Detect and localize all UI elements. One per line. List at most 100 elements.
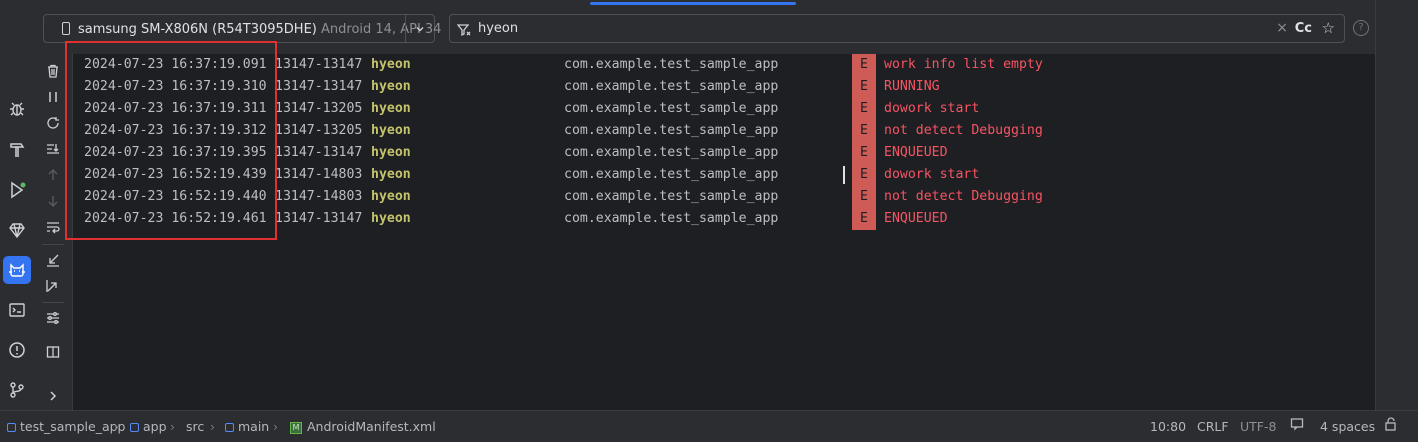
log-level-badge: E [852,98,876,120]
filter-icon[interactable] [456,22,471,41]
restart-icon[interactable] [43,113,63,133]
breadcrumb-app[interactable]: app [130,419,167,434]
terminal-icon[interactable] [3,296,31,324]
toolbar-separator [42,244,64,245]
device-label: samsung SM-X806N (R54T3095DHE) Android 1… [78,22,441,37]
chevron-right-icon: › [114,419,119,434]
text-cursor [843,166,845,184]
right-tool-strip [1375,0,1418,410]
log-pid: 13147-13147 [275,211,363,226]
toolbar-separator [42,302,64,303]
indent-setting[interactable]: 4 spaces [1320,419,1375,434]
scroll-to-end-icon[interactable] [43,139,63,159]
match-case-toggle[interactable]: Cc [1295,21,1312,36]
chevron-right-icon: › [273,419,278,434]
expand-chevron-icon[interactable] [43,386,63,406]
help-icon[interactable]: ? [1353,20,1369,36]
log-message: not detect Debugging [884,189,1043,204]
phone-icon [62,22,70,35]
soft-wrap-icon[interactable] [43,217,63,237]
log-tag: hyeon [371,189,411,204]
log-pid: 13147-13147 [275,79,363,94]
device-selector[interactable]: samsung SM-X806N (R54T3095DHE) Android 1… [43,14,441,43]
breadcrumb-project[interactable]: test_sample_app [7,419,125,434]
log-message: work info list empty [884,57,1043,72]
export-icon[interactable] [43,276,63,296]
log-message: ENQUEUED [884,145,948,160]
status-bar: test_sample_app › app › src › main › M An… [0,410,1418,442]
log-tag: hyeon [371,123,411,138]
lock-icon[interactable] [1384,417,1398,434]
log-tag: hyeon [371,145,411,160]
favorite-filter-icon[interactable]: ☆ [1322,19,1335,37]
module-icon [7,423,16,432]
device-name: samsung SM-X806N (R54T3095DHE) [78,22,317,37]
timestamp-highlight-box [65,41,277,240]
log-package: com.example.test_sample_app [564,123,779,138]
breadcrumb-src[interactable]: src [186,419,204,434]
bug-icon[interactable] [3,95,31,123]
breadcrumb-label: test_sample_app [20,419,126,434]
tool-window-strip [0,0,35,410]
git-icon[interactable] [3,376,31,404]
chevron-right-icon: › [170,419,175,434]
logcat-filter-field[interactable]: hyeon × Cc ☆ [449,14,1345,43]
build-hammer-icon[interactable] [3,136,31,164]
log-package: com.example.test_sample_app [564,57,779,72]
breadcrumb-label: AndroidManifest.xml [307,419,436,434]
chevron-down-icon[interactable] [405,15,434,42]
log-message: dowork start [884,167,980,182]
caret-position[interactable]: 10:80 [1150,419,1186,434]
breadcrumb-file[interactable]: M AndroidManifest.xml [290,419,436,434]
log-level-badge: E [852,186,876,208]
log-level-badge: E [852,54,876,76]
breadcrumb-main[interactable]: main [225,419,269,434]
import-icon[interactable] [43,250,63,270]
chevron-right-icon: › [210,419,215,434]
log-pid: 13147-14803 [275,167,363,182]
log-pid: 13147-14803 [275,189,363,204]
log-message: RUNNING [884,79,940,94]
log-package: com.example.test_sample_app [564,167,779,182]
down-arrow-icon[interactable] [43,191,63,211]
log-level-badge: E [852,76,876,98]
log-tag: hyeon [371,57,411,72]
problems-icon[interactable] [3,336,31,364]
pause-icon[interactable] [43,87,63,107]
up-arrow-icon[interactable] [43,165,63,185]
log-pid: 13147-13205 [275,123,363,138]
logcat-icon[interactable] [3,256,31,284]
breadcrumb-label: main [238,419,270,434]
log-tag: hyeon [371,211,411,226]
file-encoding[interactable]: UTF-8 [1240,419,1276,434]
progress-indicator [590,2,796,5]
log-level-badge: E [852,164,876,186]
log-message: dowork start [884,101,980,116]
gem-icon[interactable] [3,216,31,244]
trash-icon[interactable] [43,61,63,81]
module-icon [130,423,139,432]
log-message: not detect Debugging [884,123,1043,138]
run-icon[interactable] [3,176,31,204]
readonly-toggle-icon[interactable] [1290,417,1304,434]
filter-query[interactable]: hyeon [478,21,518,36]
log-message: ENQUEUED [884,211,948,226]
manifest-file-icon: M [290,421,302,434]
log-tag: hyeon [371,79,411,94]
log-level-badge: E [852,142,876,164]
settings-sliders-icon[interactable] [43,308,63,328]
log-level-badge: E [852,120,876,142]
log-level-badge: E [852,208,876,230]
log-package: com.example.test_sample_app [564,101,779,116]
log-pid: 13147-13147 [275,145,363,160]
clear-filter-icon[interactable]: × [1276,20,1288,36]
folder-icon [225,423,234,432]
split-view-icon[interactable] [43,342,63,362]
log-pid: 13147-13147 [275,57,363,72]
log-package: com.example.test_sample_app [564,79,779,94]
log-pid: 13147-13205 [275,101,363,116]
line-separator[interactable]: CRLF [1197,419,1229,434]
log-package: com.example.test_sample_app [564,211,779,226]
log-tag: hyeon [371,101,411,116]
log-package: com.example.test_sample_app [564,145,779,160]
